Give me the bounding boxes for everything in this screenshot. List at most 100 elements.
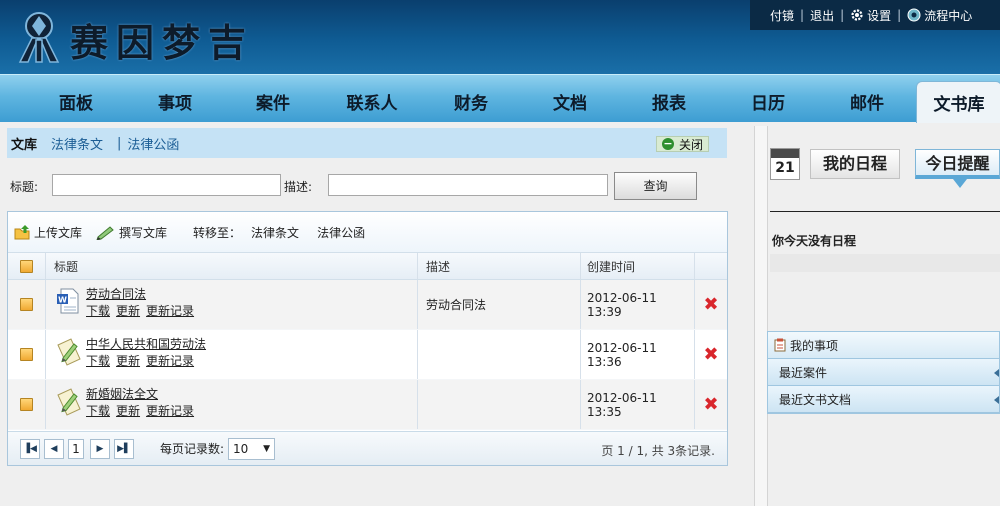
- tab-legal-articles[interactable]: 法律条文: [51, 134, 103, 153]
- tab-my-schedule[interactable]: 我的日程: [810, 149, 900, 179]
- tab-divider: |: [117, 135, 122, 151]
- tab-library[interactable]: 文库: [11, 134, 37, 153]
- nav-item-template-library[interactable]: 文书库: [916, 81, 1000, 123]
- table-row: W 劳动合同法 下载 更新 更新记录 劳动合同法 2012-06-11 13:39 …: [8, 280, 727, 330]
- main-nav: 面板 事项 案件 联系人 财务 文档 报表 日历 邮件 文书库: [0, 74, 1000, 123]
- first-page-button[interactable]: ▐◀: [20, 438, 40, 459]
- user-link[interactable]: 付镜: [770, 7, 794, 24]
- row-description: 劳动合同法: [418, 280, 581, 329]
- title-label: 标题:: [10, 180, 39, 194]
- menu-item-recent-documents[interactable]: 最近文书文档: [768, 386, 999, 413]
- close-button[interactable]: − 关闭: [655, 136, 709, 152]
- caret-left-icon: [994, 369, 999, 377]
- delete-icon[interactable]: ✖: [703, 345, 718, 364]
- pager-info: 页 1 / 1, 共 3条记录.: [601, 444, 715, 458]
- update-link[interactable]: 更新: [116, 354, 140, 368]
- move-to-legal-letters[interactable]: 法律公函: [317, 224, 365, 241]
- nav-item-calendar[interactable]: 日历: [728, 89, 808, 114]
- column-header-created[interactable]: 创建时间: [581, 253, 695, 279]
- settings-link[interactable]: 设置: [850, 7, 891, 24]
- upload-folder-icon: [14, 224, 30, 239]
- top-separator: |: [800, 8, 805, 22]
- nav-item-reports[interactable]: 报表: [629, 89, 709, 114]
- app-header: 赛因梦吉 付镜 | 退出 | 设置 | 流程中心: [0, 0, 1000, 74]
- header-checkbox-cell: [8, 253, 46, 279]
- row-checkbox-cell: [8, 380, 46, 429]
- move-to-legal-articles[interactable]: 法律条文: [251, 224, 299, 241]
- prev-page-button[interactable]: ◀: [44, 438, 64, 459]
- download-link[interactable]: 下载: [86, 404, 110, 418]
- tab-legal-letters[interactable]: 法律公函: [127, 134, 179, 153]
- nav-item-contacts[interactable]: 联系人: [332, 89, 412, 114]
- query-button[interactable]: 查询: [614, 172, 697, 200]
- nav-item-matters[interactable]: 事项: [135, 89, 215, 114]
- compose-button[interactable]: 撰写文库: [96, 224, 167, 241]
- row-checkbox[interactable]: [20, 298, 33, 311]
- delete-icon[interactable]: ✖: [703, 395, 718, 414]
- row-title-link[interactable]: 新婚姻法全文: [86, 386, 200, 403]
- last-page-button[interactable]: ▶▌: [114, 438, 134, 459]
- update-history-link[interactable]: 更新记录: [146, 354, 194, 368]
- menu-item-my-matters[interactable]: 我的事项: [768, 332, 999, 359]
- workflow-link[interactable]: 流程中心: [907, 7, 972, 24]
- row-description: [418, 330, 581, 379]
- no-schedule-text: 你今天没有日程: [772, 234, 857, 248]
- panel-splitter[interactable]: [754, 126, 768, 506]
- menu-label-recent-documents: 最近文书文档: [779, 392, 852, 407]
- title-input[interactable]: [52, 174, 281, 196]
- update-link[interactable]: 更新: [116, 404, 140, 418]
- row-action-cell: ✖: [695, 380, 727, 429]
- menu-item-recent-cases[interactable]: 最近案件: [768, 359, 999, 386]
- menu-label-my-matters: 我的事项: [790, 338, 839, 353]
- row-actions: 下载 更新 更新记录: [86, 303, 200, 320]
- column-header-description[interactable]: 描述: [418, 253, 581, 279]
- pencil-note-icon: [57, 338, 81, 366]
- row-checkbox-cell: [8, 280, 46, 329]
- download-link[interactable]: 下载: [86, 354, 110, 368]
- update-history-link[interactable]: 更新记录: [146, 304, 194, 318]
- pagination-bar: ▐◀ ◀ 1 ▶ ▶▌ 每页记录数: 10 ▼ 页 1 / 1, 共 3条记录.: [8, 431, 727, 465]
- nav-item-dashboard[interactable]: 面板: [36, 89, 116, 114]
- desc-input[interactable]: [328, 174, 608, 196]
- row-checkbox[interactable]: [20, 348, 33, 361]
- page-size-label: 每页记录数:: [160, 442, 225, 456]
- update-link[interactable]: 更新: [116, 304, 140, 318]
- table-header: 标题 描述 创建时间: [8, 252, 727, 280]
- delete-icon[interactable]: ✖: [703, 295, 718, 314]
- row-title-link[interactable]: 劳动合同法: [86, 286, 200, 303]
- next-page-button[interactable]: ▶: [90, 438, 110, 459]
- svg-text:W: W: [58, 296, 67, 305]
- calendar-icon-top: [771, 149, 799, 158]
- upload-label: 上传文库: [34, 225, 83, 240]
- download-link[interactable]: 下载: [86, 304, 110, 318]
- quick-menu: 我的事项 最近案件 最近文书文档: [767, 331, 1000, 414]
- select-all-checkbox[interactable]: [20, 259, 33, 273]
- gear-icon: [851, 9, 863, 21]
- column-header-actions: [695, 253, 727, 279]
- upload-button[interactable]: 上传文库: [14, 224, 82, 241]
- update-history-link[interactable]: 更新记录: [146, 404, 194, 418]
- page-size-select[interactable]: 10 ▼: [228, 437, 276, 460]
- row-actions: 下载 更新 更新记录: [86, 403, 200, 420]
- column-header-title[interactable]: 标题: [46, 253, 418, 279]
- row-checkbox[interactable]: [20, 398, 33, 411]
- logout-link[interactable]: 退出: [810, 7, 834, 24]
- tab-today-reminder[interactable]: 今日提醒: [915, 149, 1000, 179]
- row-title-link[interactable]: 中华人民共和国劳动法: [86, 336, 206, 353]
- desc-label: 描述:: [284, 180, 313, 194]
- nav-item-finance[interactable]: 财务: [431, 89, 511, 114]
- row-title-block: 劳动合同法 下载 更新 更新记录: [86, 286, 200, 320]
- workflow-globe-icon: [907, 8, 921, 22]
- library-grid: 上传文库 撰写文库 转移至： 法律条文 法律公函 标题 描述 创建时间 W 劳动…: [7, 211, 728, 466]
- top-links: 付镜 | 退出 | 设置 | 流程中心: [750, 0, 1000, 30]
- row-created-time: 2012-06-11 13:35: [581, 380, 695, 429]
- nav-item-documents[interactable]: 文档: [530, 89, 610, 114]
- schedule-divider: [770, 211, 1000, 212]
- workflow-label: 流程中心: [924, 8, 973, 23]
- row-description: [418, 380, 581, 429]
- move-to-label: 转移至：: [193, 225, 242, 240]
- nav-item-mail[interactable]: 邮件: [827, 89, 907, 114]
- row-created-time: 2012-06-11 13:39: [581, 280, 695, 329]
- page-number-input[interactable]: 1: [68, 438, 84, 459]
- nav-item-cases[interactable]: 案件: [233, 89, 313, 114]
